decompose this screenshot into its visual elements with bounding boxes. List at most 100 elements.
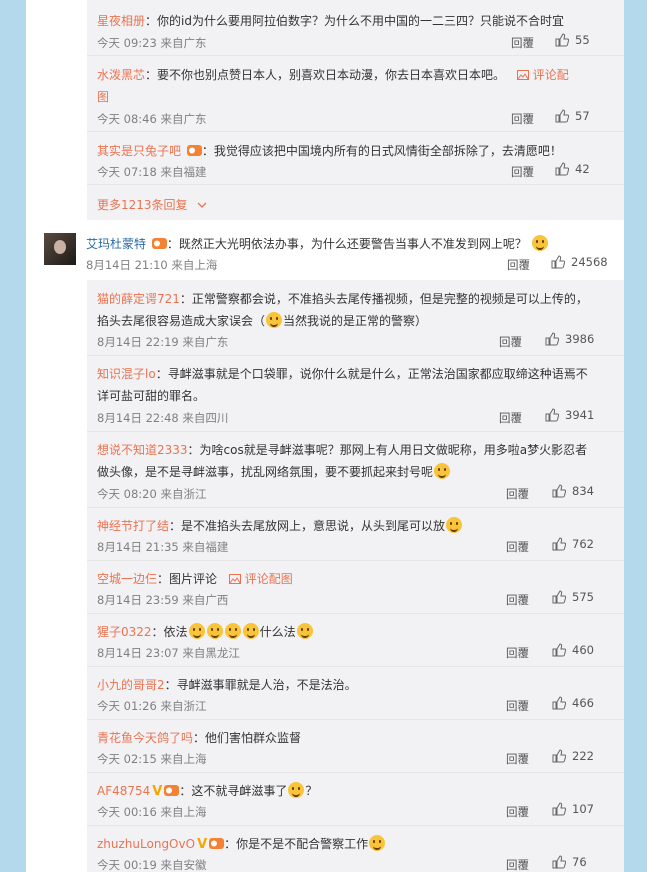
- emoji-icon: [369, 835, 386, 851]
- like-count: 76: [572, 855, 587, 869]
- reply-button[interactable]: 回覆: [506, 804, 529, 820]
- fan-badge-icon: [209, 838, 225, 849]
- avatar[interactable]: [44, 233, 76, 265]
- like-count: 3941: [565, 408, 595, 422]
- reply-button[interactable]: 回覆: [499, 410, 522, 426]
- picture-comment-link[interactable]: 评论配: [516, 68, 569, 82]
- reply-button[interactable]: 回覆: [506, 857, 529, 872]
- like-count: 575: [572, 590, 594, 604]
- reply-text: ：你是不是不配合警察工作: [224, 837, 369, 851]
- reply-text: ：他们害怕群众监督: [193, 731, 302, 745]
- thumbs-up-icon: [555, 109, 569, 123]
- emoji-icon: [242, 623, 259, 639]
- reply-text: 当然我说的是正常的警察）: [283, 314, 428, 328]
- comment-username[interactable]: 艾玛杜蒙特: [86, 237, 146, 251]
- reply-button[interactable]: 回覆: [511, 164, 534, 180]
- emoji-icon: [266, 312, 283, 328]
- like-button[interactable]: 575: [552, 590, 594, 604]
- like-button[interactable]: 834: [552, 484, 594, 498]
- reply-username[interactable]: 神经节打了结: [97, 519, 169, 533]
- thumbs-up-icon: [552, 643, 566, 657]
- fan-badge-icon: [151, 238, 167, 249]
- main-comment: 艾玛杜蒙特 ：既然正大光明依法办事，为什么还要警告当事人不准发到网上呢？: [86, 235, 549, 252]
- reply-text: 掐头去尾很容易造成大家误会（: [97, 314, 266, 328]
- reply-username[interactable]: 青花鱼今天鸽了吗: [97, 731, 193, 745]
- like-button[interactable]: 24568: [551, 255, 608, 269]
- like-button[interactable]: 42: [555, 162, 590, 176]
- comment-text: ：既然正大光明依法办事，为什么还要警告当事人不准发到网上呢？: [166, 237, 527, 251]
- thumbs-up-icon: [551, 255, 565, 269]
- reply-text: 你的id为什么要用阿拉伯数字？为什么不用中国的一二三四？只能说不合时宜: [157, 14, 564, 28]
- reply-text: 详可盐可甜的罪名。: [97, 389, 206, 403]
- reply-text: ：是不准掐头去尾放网上，意思说，从头到尾可以放: [169, 519, 446, 533]
- reply-username[interactable]: zhuzhuLongOvO: [97, 837, 195, 851]
- like-button[interactable]: 460: [552, 643, 594, 657]
- reply-button[interactable]: 回覆: [506, 539, 529, 555]
- reply-username[interactable]: 水泼黑芯: [97, 68, 145, 82]
- like-count: 42: [575, 162, 590, 176]
- emoji-icon: [288, 782, 305, 798]
- reply-meta: 8月14日 22:19 来自广东: [97, 335, 229, 349]
- reply-text: 什么法: [259, 625, 296, 639]
- picture-comment-link[interactable]: 图: [97, 88, 109, 105]
- reply-button[interactable]: 回覆: [506, 751, 529, 767]
- reply-list-top: 星夜相册：你的id为什么要用阿拉伯数字？为什么不用中国的一二三四？只能说不合时宜…: [87, 0, 624, 220]
- reply-button[interactable]: 回覆: [506, 698, 529, 714]
- reply-username[interactable]: 猩子0322: [97, 625, 152, 639]
- reply-username[interactable]: 小九的哥哥2: [97, 678, 165, 692]
- reply-username[interactable]: 星夜相册: [97, 14, 145, 28]
- reply-text: ：寻衅滋事罪就是人治，不是法治。: [164, 678, 357, 692]
- reply-button[interactable]: 回覆: [506, 592, 529, 608]
- reply-button[interactable]: 回覆: [511, 35, 534, 51]
- thumbs-up-icon: [552, 749, 566, 763]
- like-button[interactable]: 222: [552, 749, 594, 763]
- reply-meta: 今天 08:46 来自广东: [97, 112, 207, 126]
- reply-username[interactable]: 其实是只兔子吧: [97, 144, 181, 158]
- more-replies-link[interactable]: 更多1213条回复: [97, 196, 207, 213]
- reply-meta: 今天 00:16 来自上海: [97, 805, 207, 819]
- thumbs-up-icon: [545, 408, 559, 422]
- like-button[interactable]: 57: [555, 109, 590, 123]
- like-button[interactable]: 466: [552, 696, 594, 710]
- image-icon: [516, 70, 529, 80]
- reply-meta: 8月14日 23:59 来自广西: [97, 593, 229, 607]
- like-count: 3986: [565, 332, 595, 346]
- like-count: 762: [572, 537, 594, 551]
- reply-meta: 今天 01:26 来自浙江: [97, 699, 207, 713]
- like-count: 460: [572, 643, 594, 657]
- reply-meta: 今天 08:20 来自浙江: [97, 487, 207, 501]
- reply-text: ：图片评论: [157, 572, 218, 586]
- reply-username[interactable]: 空城一边仨: [97, 572, 157, 586]
- emoji-icon: [296, 623, 313, 639]
- reply-button[interactable]: 回覆: [506, 645, 529, 661]
- like-button[interactable]: 762: [552, 537, 594, 551]
- thumbs-up-icon: [555, 162, 569, 176]
- like-button[interactable]: 55: [555, 33, 590, 47]
- reply-username[interactable]: 猫的薛定谔721: [97, 292, 180, 306]
- thumbs-up-icon: [552, 537, 566, 551]
- like-button[interactable]: 107: [552, 802, 594, 816]
- reply-meta: 8月14日 23:07 来自黑龙江: [97, 646, 240, 660]
- reply-username[interactable]: 想说不知道2333: [97, 443, 188, 457]
- picture-comment-link[interactable]: 评论配图: [228, 572, 293, 586]
- thumbs-up-icon: [555, 33, 569, 47]
- like-button[interactable]: 3941: [545, 408, 594, 422]
- like-count: 834: [572, 484, 594, 498]
- reply-text: ：: [145, 14, 158, 28]
- image-icon: [228, 574, 241, 584]
- reply-button[interactable]: 回覆: [506, 486, 529, 502]
- like-button[interactable]: 3986: [545, 332, 594, 346]
- reply-button[interactable]: 回覆: [499, 334, 522, 350]
- thumbs-up-icon: [552, 590, 566, 604]
- reply-username[interactable]: 知识混子lo: [97, 367, 156, 381]
- reply-button[interactable]: 回覆: [507, 257, 530, 273]
- chevron-down-icon: [197, 202, 207, 208]
- reply-text: ：我觉得应该把中国境内所有的日式风情街全部拆除了，去清愿吧！: [201, 144, 562, 158]
- like-count: 222: [572, 749, 594, 763]
- verified-v-icon: V: [152, 784, 163, 799]
- like-count: 466: [572, 696, 594, 710]
- like-button[interactable]: 76: [552, 855, 587, 869]
- reply-text: ：要不你也别点赞日本人，别喜欢日本动漫，你去日本喜欢日本吧。: [145, 68, 506, 82]
- reply-button[interactable]: 回覆: [511, 111, 534, 127]
- reply-username[interactable]: AF48754: [97, 784, 150, 798]
